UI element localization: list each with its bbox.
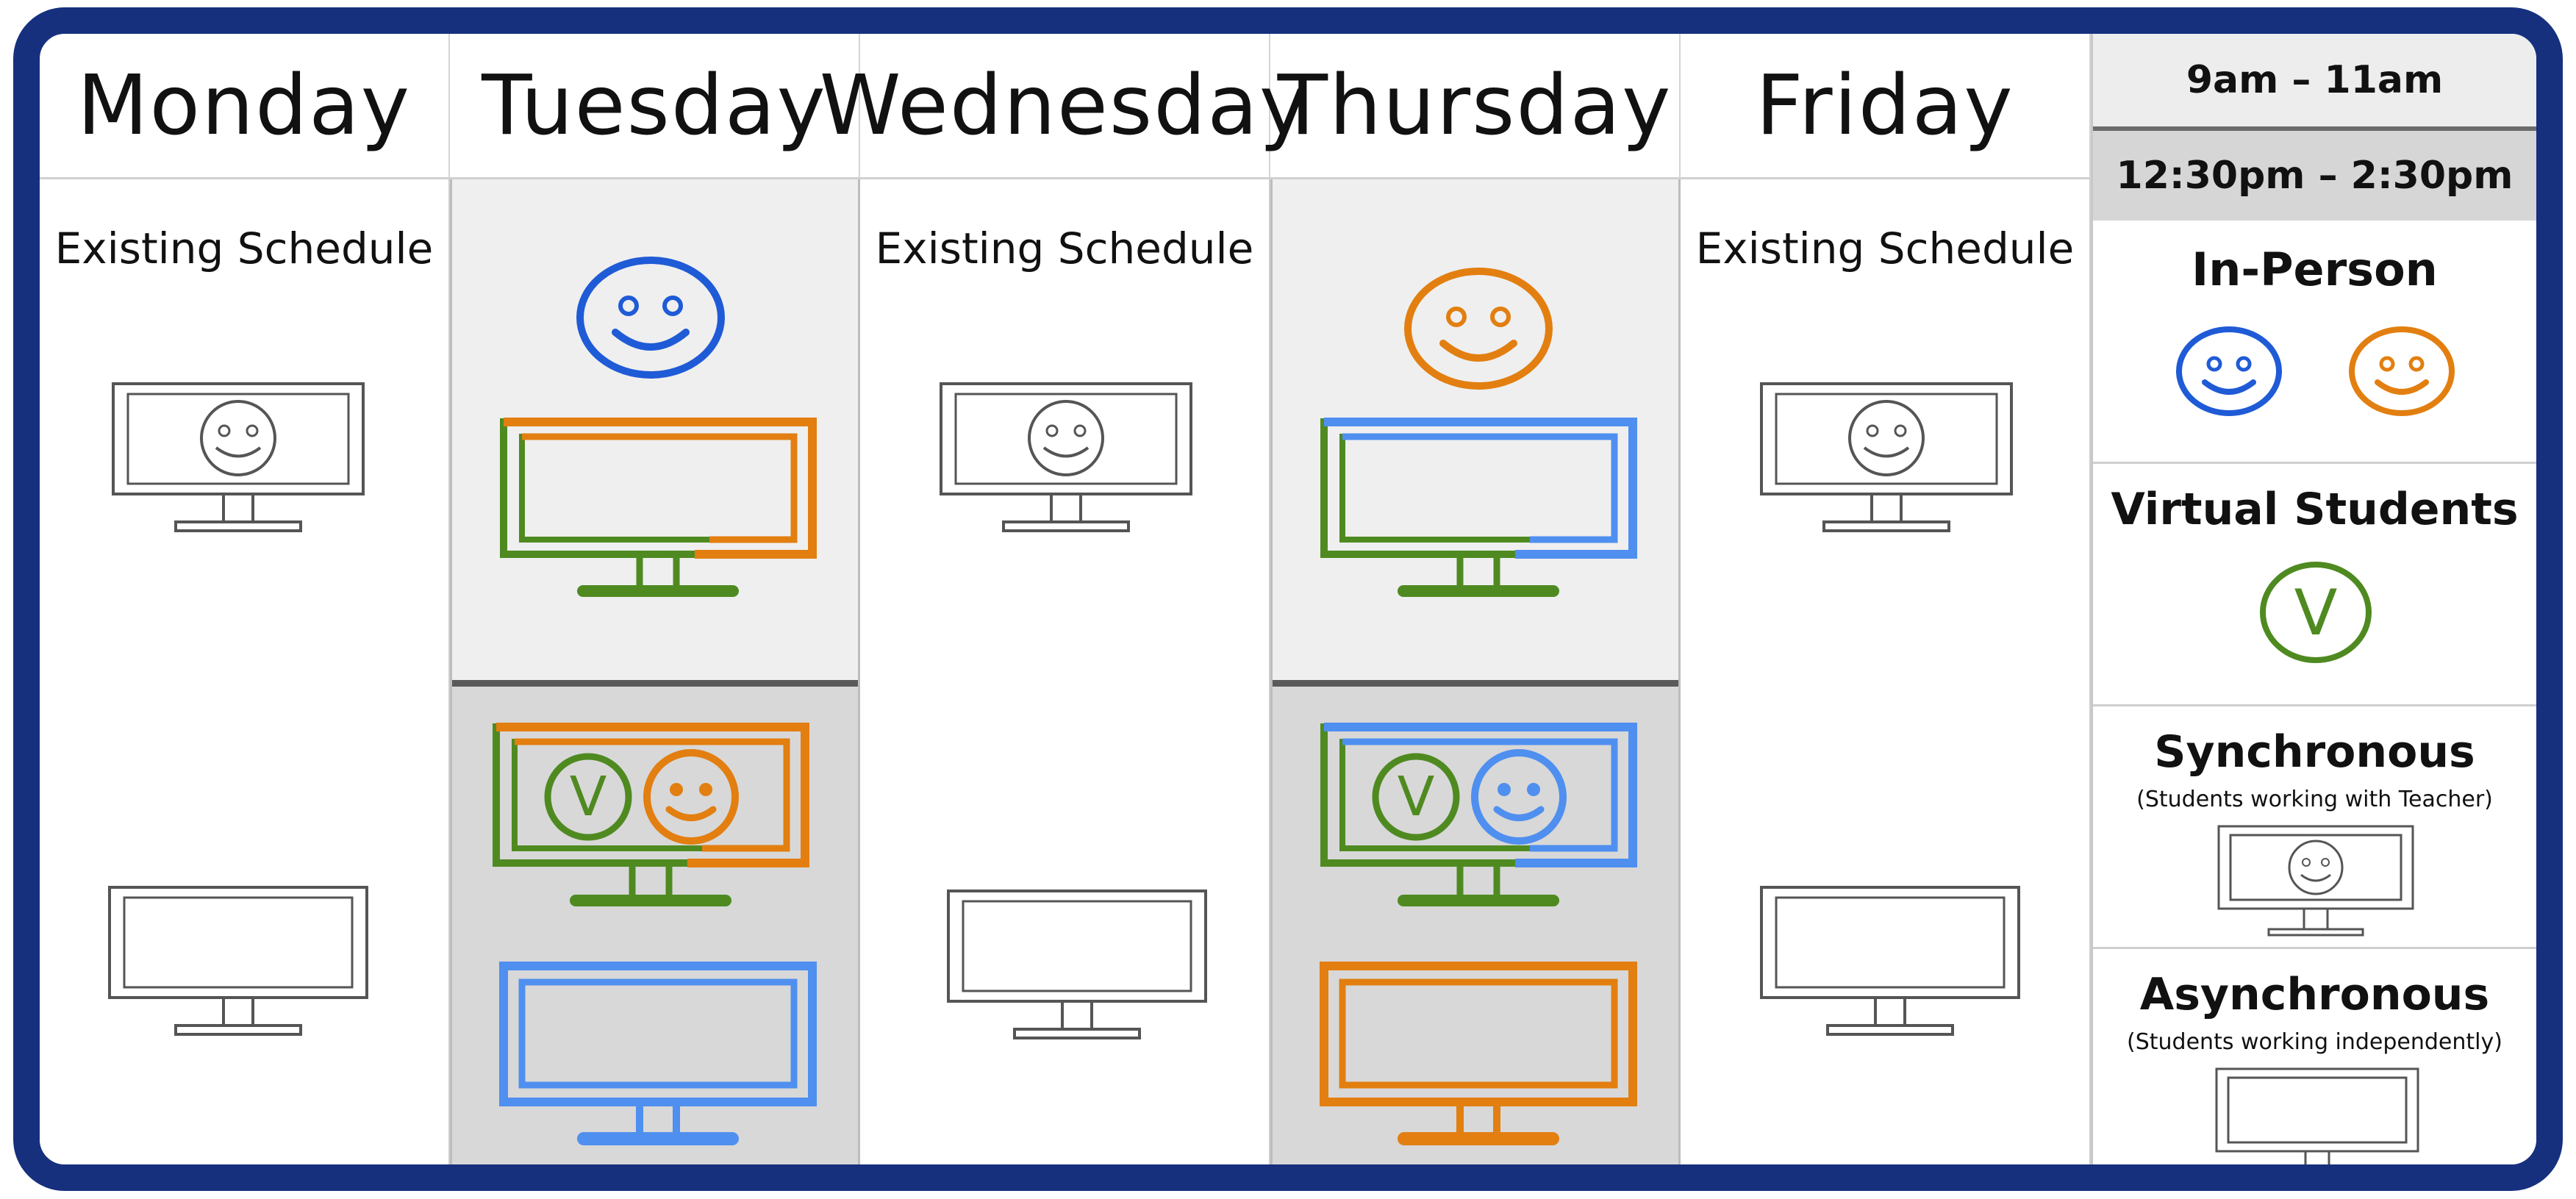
day-header-friday: Friday	[1681, 34, 2091, 179]
async-orange-monitor-icon	[1320, 962, 1637, 1145]
virtual-badge-letter: V	[1398, 765, 1435, 828]
synchronous-monitor-icon	[940, 382, 1192, 532]
asynchronous-monitor-icon	[2215, 1067, 2419, 1164]
asynchronous-monitor-icon	[1760, 886, 2020, 1036]
mixed-sync-monitor-icon: V	[1320, 723, 1637, 906]
legend-synchronous: Synchronous (Students working with Teach…	[2093, 704, 2536, 949]
day-header-tuesday: Tuesday	[450, 34, 860, 179]
async-blue-monitor-icon	[499, 962, 817, 1145]
legend-asynchronous: Asynchronous (Students working independe…	[2093, 947, 2536, 1164]
asynchronous-monitor-icon	[108, 886, 368, 1036]
tuesday-column: V	[450, 179, 860, 1164]
existing-schedule-label: Existing Schedule	[1695, 223, 2075, 273]
virtual-badge-letter: V	[570, 765, 607, 828]
virtual-students-title: Virtual Students	[2111, 484, 2519, 535]
virtual-v-circle-icon: V	[2260, 562, 2372, 663]
in-person-orange-smiley-icon	[1404, 268, 1553, 390]
synchronous-subtitle: (Students working with Teacher)	[2136, 787, 2493, 812]
schedule-frame: Monday Tuesday Wednesday Thursday Friday…	[13, 7, 2563, 1191]
legend-panel: 9am – 11am 12:30pm – 2:30pm In-Person Vi…	[2091, 34, 2536, 1164]
synchronous-monitor-icon	[1760, 382, 2013, 532]
virtual-sync-monitor-icon	[500, 418, 817, 597]
legend-virtual: Virtual Students V	[2093, 462, 2536, 706]
asynchronous-title: Asynchronous	[2139, 969, 2490, 1020]
virtual-badge-letter: V	[2294, 576, 2338, 650]
friday-column: Existing Schedule	[1681, 179, 2091, 1164]
legend-in-person: In-Person	[2093, 221, 2536, 464]
day-header-thursday: Thursday	[1270, 34, 1681, 179]
monday-column: Existing Schedule	[40, 179, 450, 1164]
wednesday-column: Existing Schedule	[860, 179, 1270, 1164]
day-header-monday: Monday	[40, 34, 450, 179]
synchronous-title: Synchronous	[2154, 726, 2475, 778]
synchronous-monitor-icon	[2217, 825, 2414, 937]
day-header-wednesday: Wednesday	[820, 34, 1308, 179]
existing-schedule-label: Existing Schedule	[875, 223, 1254, 273]
mixed-sync-monitor-icon: V	[493, 723, 809, 906]
in-person-blue-smiley-icon	[576, 257, 725, 379]
thursday-column: V	[1270, 179, 1681, 1164]
in-person-title: In-Person	[2192, 243, 2438, 296]
in-person-blue-smiley-icon	[2176, 326, 2282, 416]
existing-schedule-label: Existing Schedule	[54, 223, 434, 273]
time-slot-morning: 9am – 11am	[2093, 34, 2536, 131]
asynchronous-subtitle: (Students working independently)	[2127, 1029, 2502, 1055]
time-slot-afternoon: 12:30pm – 2:30pm	[2093, 131, 2536, 221]
virtual-sync-monitor-icon	[1320, 418, 1637, 597]
in-person-orange-smiley-icon	[2349, 326, 2455, 416]
asynchronous-monitor-icon	[947, 890, 1207, 1039]
synchronous-monitor-icon	[112, 382, 365, 532]
